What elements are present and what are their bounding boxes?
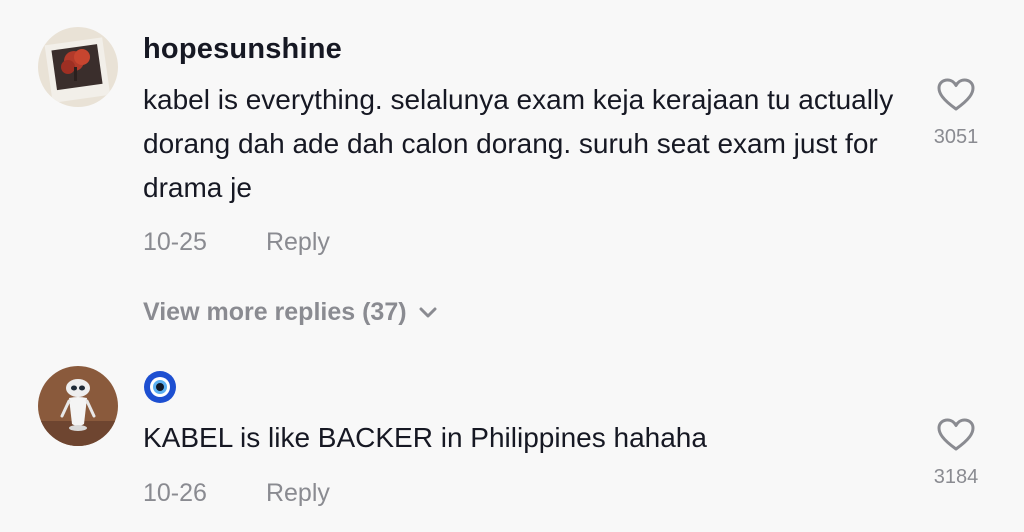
chevron-down-icon xyxy=(419,307,437,317)
avatar[interactable] xyxy=(38,366,118,446)
comment-date: 10-26 xyxy=(143,479,207,507)
comment-meta: 10-26 Reply xyxy=(143,479,330,508)
comment-username[interactable] xyxy=(143,370,177,412)
like-count: 3184 xyxy=(933,466,979,488)
comment-meta: 10-25 Reply xyxy=(143,228,330,257)
reply-button[interactable]: Reply xyxy=(266,228,330,256)
avatar[interactable] xyxy=(38,27,118,107)
robot-toy-avatar-icon xyxy=(38,366,118,446)
evil-eye-emoji-icon xyxy=(144,371,176,403)
view-more-replies-label: View more replies (37) xyxy=(143,298,407,326)
comment-username[interactable]: hopesunshine xyxy=(143,33,342,66)
heart-icon xyxy=(937,78,975,111)
heart-icon xyxy=(937,418,975,451)
like-count: 3051 xyxy=(933,126,979,148)
comment-text: KABEL is like BACKER in Philippines haha… xyxy=(143,422,707,453)
comment-date: 10-25 xyxy=(143,228,207,256)
comment-text: kabel is everything. selalunya exam keja… xyxy=(143,84,894,203)
like-button[interactable]: 3184 xyxy=(926,418,986,489)
red-tree-photo-avatar-icon xyxy=(38,27,118,107)
like-button[interactable]: 3051 xyxy=(926,78,986,149)
view-more-replies-button[interactable]: View more replies (37) xyxy=(143,298,437,327)
reply-button[interactable]: Reply xyxy=(266,479,330,507)
